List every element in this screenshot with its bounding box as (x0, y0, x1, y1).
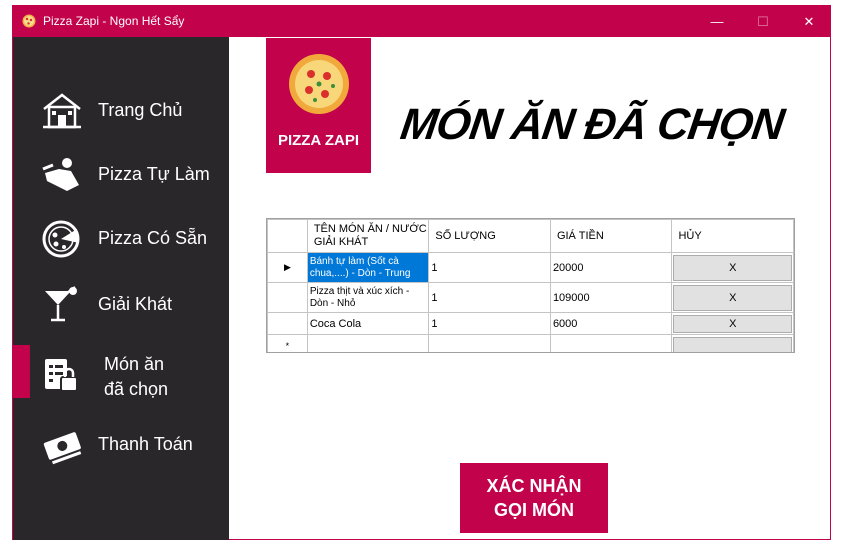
confirm-line-2: GỌI MÓN (494, 500, 574, 520)
cell-name[interactable]: Bánh tự làm (Sốt cà chua,....) - Dòn - T… (306, 252, 430, 283)
pizza-logo-icon (289, 54, 349, 114)
maximize-button[interactable]: ☐ (740, 6, 786, 37)
sidebar-item-selected-dishes[interactable]: Món ăn đã chọn (13, 347, 229, 403)
cancel-item-button[interactable]: X (673, 314, 792, 333)
confirm-order-button[interactable]: XÁC NHẬN GỌI MÓN (460, 463, 608, 533)
table-row[interactable]: Pizza thịt và xúc xích - Dòn - Nhỏ 1 109… (267, 282, 794, 313)
sidebar-item-home[interactable]: Trang Chủ (13, 83, 229, 139)
sidebar-item-ready-pizza[interactable]: Pizza Có Sẵn (13, 211, 229, 267)
sidebar-item-drinks[interactable]: Giải Khát (13, 277, 229, 333)
order-table: TÊN MÓN ĂN / NƯỚC GIẢI KHÁT SỐ LƯỢNG GIÁ… (267, 219, 794, 352)
table-row[interactable]: ▶ Bánh tự làm (Sốt cà chua,....) - Dòn -… (267, 252, 794, 283)
cocktail-icon (45, 286, 77, 322)
cell-price[interactable]: 6000 (549, 312, 673, 335)
sidebar: Trang Chủ Pizza Tự Làm Pizza Có Sẵn Giải… (13, 37, 229, 540)
sidebar-item-label: Trang Chủ (98, 100, 183, 120)
cell-name[interactable]: Coca Cola (306, 312, 430, 335)
sidebar-item-label: Pizza Có Sẵn (98, 228, 208, 248)
new-row[interactable]: * (267, 334, 794, 352)
cell-cancel: X (671, 282, 794, 313)
chef-icon (42, 158, 79, 191)
cell-name[interactable] (306, 334, 430, 352)
sidebar-item-label: Món ăn đã chọn (104, 352, 168, 402)
cancel-item-button[interactable]: X (673, 254, 792, 281)
table-row[interactable]: Coca Cola 1 6000 X (267, 312, 794, 335)
window-title: Pizza Zapi - Ngon Hết Sẩy (43, 14, 185, 28)
cell-quantity[interactable] (428, 334, 551, 352)
cell-cancel (671, 334, 794, 352)
minimize-button[interactable]: — (694, 6, 740, 37)
app-window: Pizza Zapi - Ngon Hết Sẩy — ☐ ✕ Trang Ch… (12, 5, 831, 540)
confirm-line-1: XÁC NHẬN (486, 476, 582, 496)
logo: PIZZA ZAPI (266, 38, 371, 173)
column-header-cancel[interactable]: HỦY (671, 219, 794, 253)
cell-quantity[interactable]: 1 (428, 282, 551, 313)
current-row-marker: ▶ (267, 252, 308, 283)
sidebar-item-label: Thanh Toán (98, 434, 193, 454)
row-header (267, 282, 308, 313)
new-row-marker: * (267, 334, 308, 352)
column-header-quantity[interactable]: SỐ LƯỢNG (428, 219, 551, 253)
close-button[interactable]: ✕ (786, 6, 832, 37)
cell-quantity[interactable]: 1 (428, 312, 551, 335)
cell-name[interactable]: Pizza thịt và xúc xích - Dòn - Nhỏ (306, 282, 430, 313)
money-icon (43, 432, 82, 465)
pizza-icon (42, 220, 80, 258)
cell-cancel: X (671, 312, 794, 335)
title-bar[interactable]: Pizza Zapi - Ngon Hết Sẩy — ☐ ✕ (13, 6, 830, 37)
column-header-name[interactable]: TÊN MÓN ĂN / NƯỚC GIẢI KHÁT (306, 219, 430, 253)
row-header (267, 312, 308, 335)
sidebar-item-payment[interactable]: Thanh Toán (13, 417, 229, 473)
cell-price[interactable] (549, 334, 673, 352)
label-line-1: Món ăn (104, 354, 165, 374)
pizza-app-icon (22, 14, 36, 28)
cancel-item-button[interactable]: X (673, 284, 792, 311)
page-title: MÓN ĂN ĐÃ CHỌN (397, 100, 787, 149)
cell-quantity[interactable]: 1 (428, 252, 551, 283)
column-header-price[interactable]: GIÁ TIỀN (549, 219, 673, 253)
order-list-icon (45, 359, 78, 392)
label-line-2: đã chọn (104, 379, 169, 399)
sidebar-item-custom-pizza[interactable]: Pizza Tự Làm (13, 147, 229, 203)
corner-header (267, 219, 308, 253)
logo-text: PIZZA ZAPI (277, 132, 360, 149)
cell-price[interactable]: 20000 (549, 252, 673, 283)
sidebar-item-label: Pizza Tự Làm (98, 164, 210, 184)
cell-price[interactable]: 109000 (549, 282, 673, 313)
sidebar-item-label: Giải Khát (98, 294, 173, 314)
header-row: TÊN MÓN ĂN / NƯỚC GIẢI KHÁT SỐ LƯỢNG GIÁ… (267, 219, 794, 253)
house-icon (43, 93, 81, 129)
order-grid[interactable]: TÊN MÓN ĂN / NƯỚC GIẢI KHÁT SỐ LƯỢNG GIÁ… (266, 218, 795, 353)
cancel-item-button[interactable] (673, 336, 792, 352)
cell-cancel: X (671, 252, 794, 283)
